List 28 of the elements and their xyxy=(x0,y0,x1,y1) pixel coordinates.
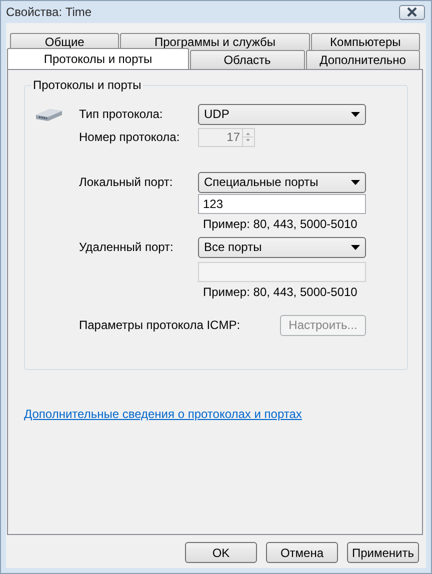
tab[interactable]: Дополнительно xyxy=(306,50,420,69)
dropdown-arrow-icon xyxy=(351,112,360,116)
field-label: Номер протокола: xyxy=(79,130,181,144)
port-dropdown[interactable]: Все порты xyxy=(198,236,366,258)
port-dropdown[interactable]: Специальные порты xyxy=(198,172,366,192)
info-link[interactable]: Дополнительные сведения о протоколах и портах xyxy=(24,407,302,421)
close-button[interactable] xyxy=(399,4,425,20)
protocol-type-dropdown[interactable]: UDP xyxy=(198,104,366,124)
tab[interactable]: Протоколы и порты xyxy=(7,48,189,69)
network-plug-icon xyxy=(35,106,63,122)
window-title: Свойства: Time xyxy=(6,5,92,19)
dialog-button[interactable]: Применить xyxy=(347,542,419,563)
port-field[interactable]: 123 xyxy=(198,194,366,214)
tab[interactable]: Программы и службы xyxy=(120,33,310,50)
tab[interactable]: Компьютеры xyxy=(310,33,420,50)
field-label: Локальный порт: xyxy=(79,175,174,189)
tab[interactable]: Область xyxy=(190,50,304,69)
close-icon xyxy=(406,7,418,17)
dropdown-arrow-icon xyxy=(351,180,360,184)
dialog-button[interactable]: Отмена xyxy=(266,542,338,563)
field-label: Тип протокола: xyxy=(79,107,164,121)
field-label: Параметры протокола ICMP: xyxy=(79,318,242,332)
hint-text: Пример: 80, 443, 5000-5010 xyxy=(202,284,358,298)
group-title: Протоколы и порты xyxy=(31,78,144,92)
field-label: Удаленный порт: xyxy=(79,240,174,254)
hint-text: Пример: 80, 443, 5000-5010 xyxy=(202,216,358,230)
dialog-button[interactable]: OK xyxy=(185,542,257,563)
dropdown-arrow-icon xyxy=(351,244,360,250)
